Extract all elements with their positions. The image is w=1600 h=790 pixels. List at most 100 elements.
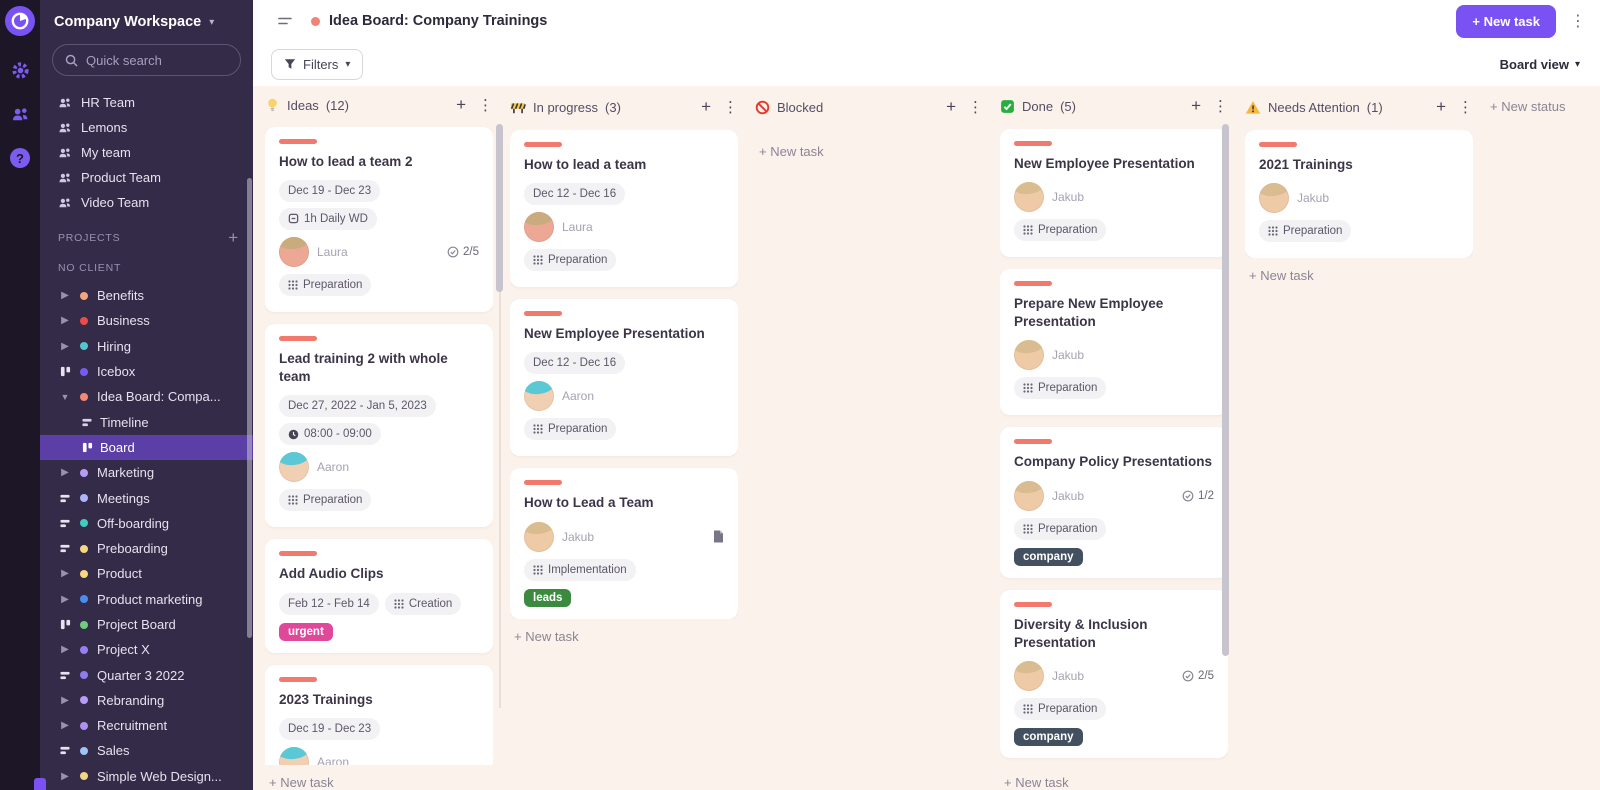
tag-company[interactable]: company (1014, 728, 1083, 746)
sidebar-item-lemons[interactable]: Lemons (40, 115, 253, 140)
new-task-link[interactable]: + New task (1245, 268, 1473, 283)
task-card[interactable]: Company Policy Presentations Jakub 1/2 P… (1000, 427, 1228, 578)
new-task-link[interactable]: + New task (755, 144, 983, 159)
column-menu-icon[interactable]: ⋮ (1458, 98, 1473, 116)
app-logo-icon[interactable] (5, 6, 35, 36)
sidebar-scrollbar[interactable] (247, 178, 252, 638)
group-chip[interactable]: Preparation (279, 273, 372, 296)
task-card[interactable]: Prepare New Employee Presentation Jakub … (1000, 268, 1228, 416)
project-list-icon[interactable] (277, 14, 293, 28)
new-task-link[interactable]: + New task (265, 775, 493, 790)
add-task-icon[interactable]: + (946, 97, 956, 117)
teams-people-icon[interactable] (8, 102, 32, 126)
date-chip[interactable]: Dec 12 - Dec 16 (524, 183, 626, 206)
settings-gear-icon[interactable] (8, 58, 32, 82)
group-chip[interactable]: Preparation (1014, 698, 1107, 720)
chevron-down-icon: ▼ (60, 391, 70, 402)
workspace-switcher[interactable]: Company Workspace ▾ (40, 0, 253, 42)
add-task-icon[interactable]: + (1436, 97, 1446, 117)
task-card[interactable]: How to lead a team 2 Dec 19 - Dec 23 1h … (265, 126, 493, 312)
sidebar-item-video-team[interactable]: Video Team (40, 190, 253, 215)
date-chip[interactable]: Dec 12 - Dec 16 (524, 352, 626, 375)
ideas-column-scrollbar[interactable] (496, 124, 503, 292)
sidebar-project-project-x[interactable]: ▶ Project X (40, 637, 253, 662)
assignee-name: Jakub (1052, 669, 1085, 683)
group-chip[interactable]: Preparation (1014, 517, 1107, 540)
sidebar-project-icebox[interactable]: Icebox (40, 359, 253, 384)
sidebar-project-benefits[interactable]: ▶ Benefits (40, 283, 253, 308)
filters-button[interactable]: Filters ▾ (271, 48, 364, 80)
sidebar-project-recruitment[interactable]: ▶ Recruitment (40, 713, 253, 738)
sidebar-project-quarter-3-2022[interactable]: Quarter 3 2022 (40, 662, 253, 687)
sidebar-view-board[interactable]: Board (40, 434, 253, 461)
group-chip[interactable]: Preparation (279, 489, 372, 512)
grid-icon (533, 565, 543, 575)
assignee-name: Jakub (1297, 191, 1330, 206)
sidebar-project-idea-board[interactable]: ▼ Idea Board: Compa... (40, 384, 253, 409)
date-chip[interactable]: Dec 19 - Dec 23 (279, 179, 381, 202)
add-task-icon[interactable]: + (1191, 96, 1201, 116)
group-chip[interactable]: Preparation (1259, 220, 1352, 243)
tag-company[interactable]: company (1014, 547, 1083, 566)
group-chip[interactable]: Preparation (1014, 218, 1107, 241)
sidebar-item-product-team[interactable]: Product Team (40, 165, 253, 190)
recurring-chip[interactable]: 1h Daily WD (279, 207, 377, 230)
column-menu-icon[interactable]: ⋮ (478, 96, 493, 114)
column-menu-icon[interactable]: ⋮ (968, 98, 983, 116)
task-card[interactable]: Add Audio Clips Feb 12 - Feb 14 Creation… (265, 539, 493, 653)
help-icon[interactable]: ? (8, 146, 32, 170)
sidebar-item-hr-team[interactable]: HR Team (40, 90, 253, 115)
date-chip[interactable]: Feb 12 - Feb 14 (279, 592, 379, 615)
card-title: Diversity & Inclusion Presentation (1014, 616, 1148, 650)
new-task-link[interactable]: + New task (1000, 775, 1228, 790)
sidebar-project-product[interactable]: ▶ Product (40, 561, 253, 586)
new-task-button[interactable]: + New task (1456, 4, 1556, 38)
sidebar-project-hiring[interactable]: ▶ Hiring (40, 334, 253, 359)
date-chip[interactable]: Dec 19 - Dec 23 (279, 717, 381, 740)
team-icon (58, 96, 72, 110)
sidebar-view-timeline[interactable]: Timeline (40, 409, 253, 434)
new-status-button[interactable]: + New status (1490, 92, 1600, 790)
sidebar-project-project-board[interactable]: Project Board (40, 612, 253, 637)
sidebar-project-business[interactable]: ▶ Business (40, 308, 253, 333)
sidebar-project-product-marketing[interactable]: ▶ Product marketing (40, 587, 253, 612)
time-chip[interactable]: 08:00 - 09:00 (279, 423, 381, 446)
search-input[interactable] (86, 52, 216, 68)
column-menu-icon[interactable]: ⋮ (1213, 97, 1228, 115)
sidebar-project-off-boarding[interactable]: Off-boarding (40, 511, 253, 536)
new-task-link[interactable]: + New task (510, 629, 738, 644)
sidebar-project-simple-web-design[interactable]: ▶ Simple Web Design... (40, 764, 253, 789)
task-card[interactable]: Lead training 2 with whole team Dec 27, … (265, 323, 493, 528)
sidebar-project-rebranding[interactable]: ▶ Rebranding (40, 688, 253, 713)
group-chip[interactable]: Preparation (1014, 377, 1107, 400)
date-chip[interactable]: Dec 27, 2022 - Jan 5, 2023 (279, 395, 436, 418)
task-card[interactable]: New Employee Presentation Dec 12 - Dec 1… (510, 299, 738, 457)
card-accent-bar (279, 676, 317, 682)
task-card[interactable]: 2023 Trainings Dec 19 - Dec 23 Aaron Pre… (265, 664, 493, 765)
task-card[interactable]: How to lead a team Dec 12 - Dec 16 Laura… (510, 130, 738, 288)
sidebar-project-marketing[interactable]: ▶ Marketing (40, 460, 253, 485)
task-card[interactable]: New Employee Presentation Jakub Preparat… (1000, 128, 1228, 257)
done-column-scrollbar[interactable] (1222, 124, 1229, 656)
group-chip[interactable]: Preparation (524, 418, 617, 441)
quick-search[interactable] (52, 44, 241, 76)
view-selector[interactable]: Board view ▾ (1500, 57, 1580, 72)
sidebar-project-meetings[interactable]: Meetings (40, 485, 253, 510)
task-card[interactable]: Diversity & Inclusion Presentation Jakub… (1000, 589, 1228, 758)
group-chip[interactable]: Implementation (524, 558, 636, 581)
column-menu-icon[interactable]: ⋮ (723, 98, 738, 116)
group-chip[interactable]: Creation (384, 592, 462, 615)
sidebar-item-my-team[interactable]: My team (40, 140, 253, 165)
task-card[interactable]: How to Lead a Team Jakub Implementation (510, 468, 738, 619)
kebab-menu-icon[interactable]: ⋮ (1570, 11, 1586, 31)
add-project-button[interactable]: + (228, 228, 239, 248)
group-chip[interactable]: Preparation (524, 249, 617, 272)
add-task-icon[interactable]: + (701, 97, 711, 117)
add-task-icon[interactable]: + (456, 95, 466, 115)
team-icon (58, 121, 72, 135)
tag-urgent[interactable]: urgent (279, 622, 333, 641)
sidebar-project-sales[interactable]: Sales (40, 738, 253, 763)
sidebar-project-preboarding[interactable]: Preboarding (40, 536, 253, 561)
task-card[interactable]: 2021 Trainings Jakub Preparation (1245, 130, 1473, 259)
tag-leads[interactable]: leads (524, 588, 572, 607)
